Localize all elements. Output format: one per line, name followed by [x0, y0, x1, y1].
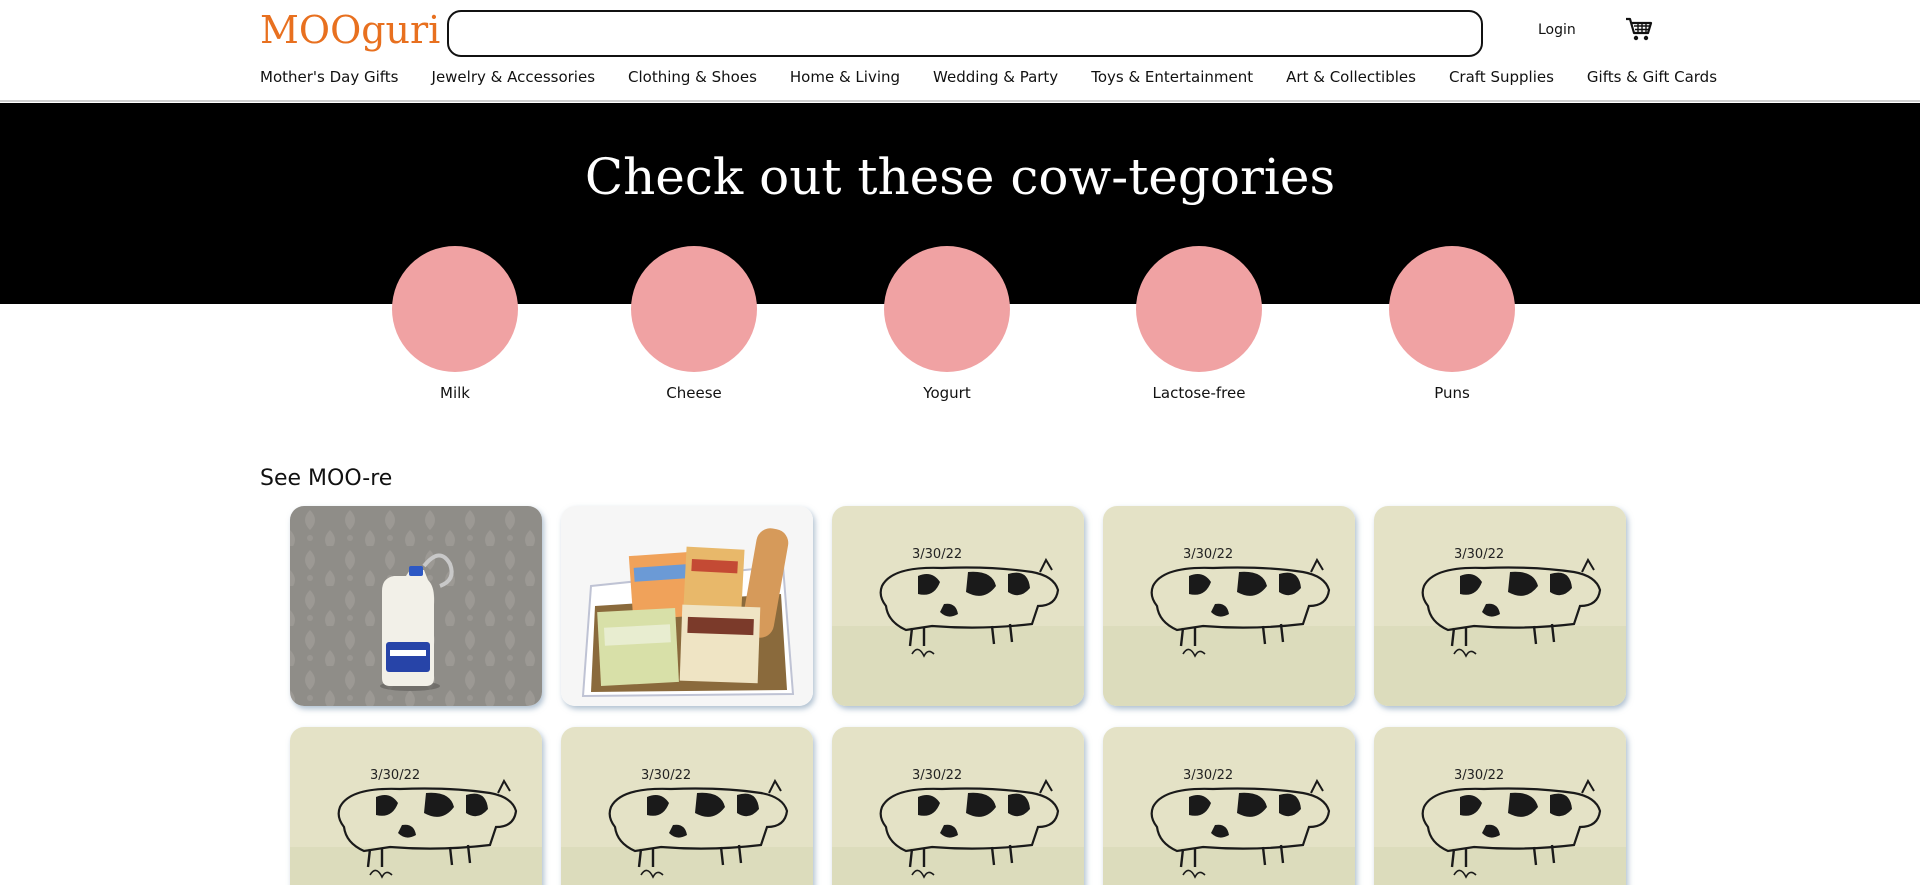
category-cheese[interactable]: Cheese: [624, 246, 764, 402]
category-circle: [884, 246, 1010, 372]
category-label: Yogurt: [923, 384, 971, 402]
category-milk[interactable]: Milk: [385, 246, 525, 402]
nav-home-living[interactable]: Home & Living: [790, 68, 900, 86]
product-card[interactable]: 3/30/22: [1374, 727, 1626, 885]
category-yogurt[interactable]: Yogurt: [877, 246, 1017, 402]
search-input[interactable]: [447, 10, 1483, 57]
cart-icon[interactable]: [1625, 16, 1653, 42]
cow-sketch-image: 3/30/22: [832, 727, 1084, 885]
see-more-title: See MOO-re: [260, 466, 393, 491]
site-logo[interactable]: MOOguri: [260, 8, 440, 52]
product-card[interactable]: 3/30/22: [1374, 506, 1626, 706]
category-circle: [392, 246, 518, 372]
cow-sketch-image: 3/30/22: [1103, 727, 1355, 885]
login-link[interactable]: Login: [1538, 22, 1576, 38]
nav-jewelry-accessories[interactable]: Jewelry & Accessories: [432, 68, 596, 86]
category-circle: [1136, 246, 1262, 372]
nav-toys-entertainment[interactable]: Toys & Entertainment: [1091, 68, 1253, 86]
product-card[interactable]: 3/30/22: [832, 506, 1084, 706]
svg-text:3/30/22: 3/30/22: [370, 768, 420, 783]
svg-text:3/30/22: 3/30/22: [1183, 547, 1233, 562]
cow-sketch-image: 3/30/22: [290, 727, 542, 885]
nav-mothers-day-gifts[interactable]: Mother's Day Gifts: [260, 68, 399, 86]
product-card[interactable]: [290, 506, 542, 706]
cow-sketch-image: 3/30/22: [1374, 506, 1626, 706]
nav-clothing-shoes[interactable]: Clothing & Shoes: [628, 68, 757, 86]
category-nav: Mother's Day Gifts Jewelry & Accessories…: [260, 68, 1717, 86]
product-card[interactable]: 3/30/22: [290, 727, 542, 885]
svg-text:3/30/22: 3/30/22: [912, 768, 962, 783]
cheese-gift-box-image: [561, 506, 813, 706]
category-lactose-free[interactable]: Lactose-free: [1129, 246, 1269, 402]
cow-sketch-image: 3/30/22: [832, 506, 1084, 706]
nav-craft-supplies[interactable]: Craft Supplies: [1449, 68, 1554, 86]
nav-wedding-party[interactable]: Wedding & Party: [933, 68, 1058, 86]
milk-jug-keychain-image: [290, 506, 542, 706]
category-label: Lactose-free: [1152, 384, 1246, 402]
svg-text:3/30/22: 3/30/22: [912, 547, 962, 562]
cow-sketch-image: 3/30/22: [1374, 727, 1626, 885]
cow-sketch-image: 3/30/22: [561, 727, 813, 885]
product-card[interactable]: 3/30/22: [1103, 727, 1355, 885]
product-card[interactable]: [561, 506, 813, 706]
product-card[interactable]: 3/30/22: [561, 727, 813, 885]
cow-sketch-image: 3/30/22: [1103, 506, 1355, 706]
svg-text:3/30/22: 3/30/22: [1454, 547, 1504, 562]
category-label: Cheese: [666, 384, 722, 402]
svg-text:3/30/22: 3/30/22: [1454, 768, 1504, 783]
svg-text:3/30/22: 3/30/22: [641, 768, 691, 783]
category-puns[interactable]: Puns: [1382, 246, 1522, 402]
category-label: Milk: [440, 384, 470, 402]
category-circle: [631, 246, 757, 372]
category-circle: [1389, 246, 1515, 372]
hero-title: Check out these cow-tegories: [584, 148, 1336, 206]
category-label: Puns: [1434, 384, 1470, 402]
nav-art-collectibles[interactable]: Art & Collectibles: [1286, 68, 1416, 86]
nav-gifts-gift-cards[interactable]: Gifts & Gift Cards: [1587, 68, 1717, 86]
svg-text:3/30/22: 3/30/22: [1183, 768, 1233, 783]
product-card[interactable]: 3/30/22: [1103, 506, 1355, 706]
product-card[interactable]: 3/30/22: [832, 727, 1084, 885]
site-header: MOOguri Login Mother's Day Gifts Jewelry…: [0, 0, 1920, 102]
